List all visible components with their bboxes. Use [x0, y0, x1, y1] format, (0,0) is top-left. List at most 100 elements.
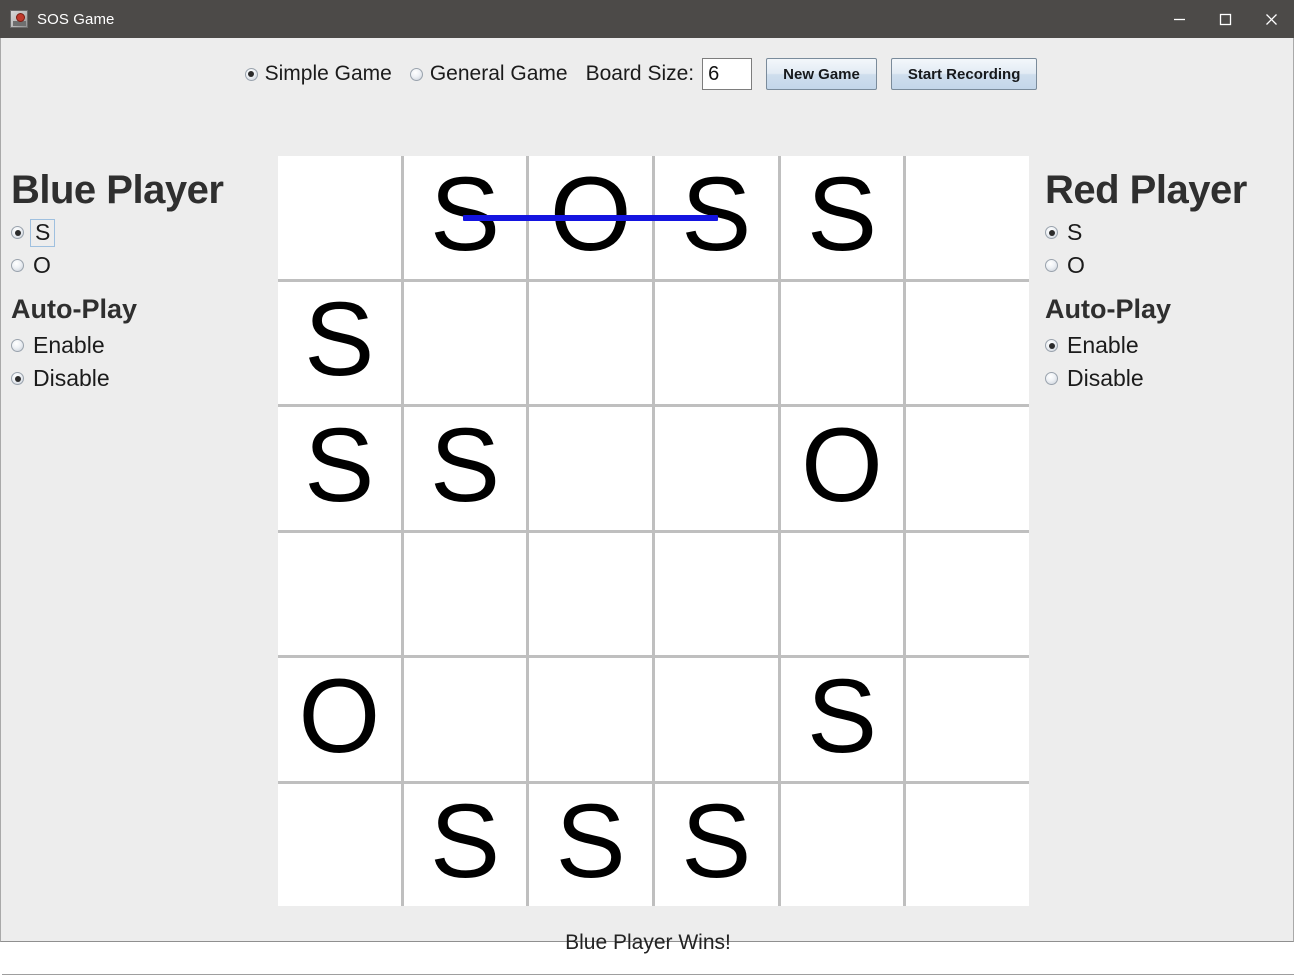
board-cell-5-3[interactable]: S [654, 783, 778, 906]
blue-letter-s-option[interactable]: S [11, 216, 276, 249]
red-autoplay-disable-option[interactable]: Disable [1045, 362, 1294, 395]
window-title: SOS Game [37, 10, 115, 28]
red-autoplay-enable-indicator[interactable] [1045, 339, 1058, 353]
close-icon[interactable] [1248, 0, 1294, 38]
board-cell-letter: S [555, 783, 626, 901]
start-recording-button[interactable]: Start Recording [890, 58, 1038, 90]
blue-player-title: Blue Player [11, 168, 224, 212]
blue-player-panel: Blue Player S O Auto-Play Enable Disable [11, 168, 276, 395]
red-autoplay-disable-indicator[interactable] [1045, 372, 1058, 386]
blue-autoplay-disable-option[interactable]: Disable [11, 362, 276, 395]
application-window: SOS Game Simple Game General Game Board … [0, 0, 1294, 975]
board-cell-0-2[interactable]: O [529, 156, 652, 279]
blue-autoplay-enable-label: Enable [33, 332, 105, 359]
board-cell-5-5[interactable] [906, 783, 1029, 906]
game-board[interactable]: SOSSSSSOOSSSS [278, 156, 1029, 906]
maximize-icon[interactable] [1202, 0, 1248, 38]
board-cell-2-1[interactable]: S [403, 407, 527, 530]
red-letter-o-indicator[interactable] [1045, 259, 1058, 272]
red-letter-s-option[interactable]: S [1045, 216, 1294, 249]
board-cell-2-3[interactable] [654, 407, 778, 530]
red-autoplay-enable-option[interactable]: Enable [1045, 329, 1294, 362]
board-cell-3-1[interactable] [403, 532, 527, 655]
board-cell-4-4[interactable]: S [780, 658, 904, 781]
board-cell-3-3[interactable] [654, 532, 778, 655]
board-cell-0-1[interactable]: S [403, 156, 527, 279]
board-cell-1-5[interactable] [906, 281, 1029, 404]
board-cell-letter: S [681, 783, 752, 901]
board-cell-2-4[interactable]: O [780, 407, 904, 530]
board-cell-1-4[interactable] [780, 281, 904, 404]
board-cell-3-2[interactable] [529, 532, 652, 655]
board-cell-2-2[interactable] [529, 407, 652, 530]
radio-simple-game-label: Simple Game [264, 62, 392, 85]
board-cell-0-4[interactable]: S [780, 156, 904, 279]
board-cell-letter: S [681, 156, 752, 273]
board-cell-1-0[interactable]: S [278, 281, 401, 404]
blue-autoplay-disable-label: Disable [33, 365, 110, 392]
status-message: Blue Player Wins! [565, 931, 731, 954]
radio-general-game[interactable]: General Game [409, 62, 586, 86]
radio-simple-game[interactable]: Simple Game [244, 62, 410, 86]
board-cell-4-1[interactable] [403, 658, 527, 781]
board-size-label: Board Size: [585, 62, 695, 85]
board-cell-letter: O [801, 407, 883, 524]
board-cell-letter: S [304, 281, 375, 399]
red-autoplay-disable-label: Disable [1067, 365, 1144, 392]
radio-general-game-indicator[interactable] [409, 67, 423, 81]
red-letter-o-label: O [1067, 252, 1085, 278]
blue-letter-s-label: S [30, 218, 56, 247]
red-player-panel: Red Player S O Auto-Play Enable Disable [1045, 168, 1294, 395]
red-autoplay-enable-label: Enable [1067, 332, 1139, 359]
board-cell-5-0[interactable] [278, 783, 401, 906]
blue-letter-o-label: O [33, 252, 51, 278]
board-cell-1-3[interactable] [654, 281, 778, 404]
board-cell-5-4[interactable] [780, 783, 904, 906]
app-icon [10, 10, 28, 28]
new-game-button[interactable]: New Game [766, 58, 877, 90]
client-area: Simple Game General Game Board Size: New… [0, 38, 1294, 975]
board-cell-3-5[interactable] [906, 532, 1029, 655]
blue-autoplay-disable-indicator[interactable] [11, 372, 24, 386]
board-cell-3-0[interactable] [278, 532, 401, 655]
board-cell-4-0[interactable]: O [278, 658, 401, 781]
blue-letter-o-option[interactable]: O [11, 249, 276, 282]
board-cell-4-3[interactable] [654, 658, 778, 781]
title-bar: SOS Game [0, 0, 1294, 38]
board-cell-2-5[interactable] [906, 407, 1029, 530]
board-cell-0-0[interactable] [278, 156, 401, 279]
blue-letter-s-indicator[interactable] [11, 226, 24, 239]
red-letter-s-indicator[interactable] [1045, 226, 1058, 239]
board-cell-1-2[interactable] [529, 281, 652, 404]
board-cell-0-5[interactable] [906, 156, 1029, 279]
red-letter-o-option[interactable]: O [1045, 249, 1294, 282]
board-cell-letter: S [429, 407, 501, 524]
board-cell-letter: S [806, 658, 878, 775]
blue-letter-o-indicator[interactable] [11, 259, 24, 272]
board-cell-letter: O [549, 156, 632, 273]
blue-autoplay-enable-option[interactable]: Enable [11, 329, 276, 362]
red-autoplay-title: Auto-Play [1045, 294, 1172, 324]
board-size-input[interactable] [702, 58, 753, 90]
board-cell-letter: S [429, 156, 501, 273]
red-player-title: Red Player [1045, 168, 1247, 212]
board-cell-5-2[interactable]: S [529, 783, 652, 906]
board-cell-letter: S [806, 156, 878, 273]
game-options-toolbar: Simple Game General Game Board Size: New… [1, 58, 1294, 90]
board-cell-letter: S [304, 407, 375, 524]
blue-autoplay-title: Auto-Play [11, 294, 138, 324]
window-controls [1156, 0, 1294, 38]
radio-simple-game-indicator[interactable] [244, 67, 258, 81]
board-cell-1-1[interactable] [403, 281, 527, 404]
board-cell-3-4[interactable] [780, 532, 904, 655]
board-cell-2-0[interactable]: S [278, 407, 401, 530]
board-cell-0-3[interactable]: S [654, 156, 778, 279]
board-cell-5-1[interactable]: S [403, 783, 527, 906]
board-cell-4-2[interactable] [529, 658, 652, 781]
red-letter-s-label: S [1067, 219, 1083, 245]
minimize-icon[interactable] [1156, 0, 1202, 38]
board-cell-letter: O [298, 658, 381, 775]
blue-autoplay-enable-indicator[interactable] [11, 339, 24, 353]
radio-general-game-label: General Game [429, 62, 568, 85]
board-cell-4-5[interactable] [906, 658, 1029, 781]
